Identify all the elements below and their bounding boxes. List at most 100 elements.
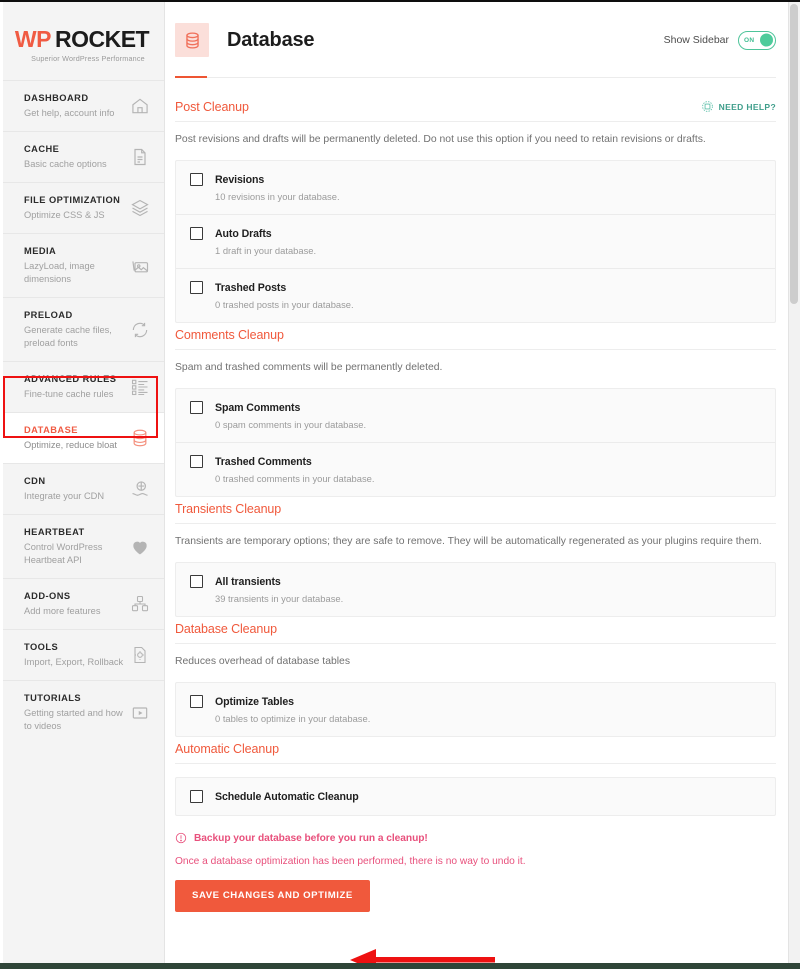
option-main: All transients [190, 575, 761, 588]
option-main: Spam Comments [190, 401, 761, 414]
sidebar-item-text: MEDIALazyLoad, image dimensions [24, 245, 126, 286]
option-row: All transients39 transients in your data… [176, 563, 775, 616]
sidebar-item-database[interactable]: DATABASE Optimize, reduce bloat [0, 412, 164, 463]
option-row: Revisions10 revisions in your database. [176, 161, 775, 214]
document-icon [130, 147, 150, 167]
section-automatic-cleanup: Automatic Cleanup Schedule Automatic Clea… [175, 742, 776, 816]
section-header: Database Cleanup [175, 622, 776, 644]
toggle-state-label: ON [744, 37, 754, 44]
layers-icon [130, 198, 150, 218]
images-icon [130, 256, 150, 276]
sidebar-item-file-optimization[interactable]: FILE OPTIMIZATIONOptimize CSS & JS [0, 182, 164, 233]
sidebar-item-cdn[interactable]: CDNIntegrate your CDN [0, 463, 164, 514]
sidebar-item-subtitle: Fine-tune cache rules [24, 388, 116, 401]
options-card: Schedule Automatic Cleanup [175, 777, 776, 816]
option-label: Auto Drafts [215, 228, 272, 240]
sidebar-item-subtitle: Basic cache options [24, 158, 107, 171]
sidebar-item-title: FILE OPTIMIZATION [24, 194, 120, 207]
sidebar-item-subtitle: Import, Export, Rollback [24, 656, 123, 669]
checkbox-auto-drafts[interactable] [190, 227, 203, 240]
section-transients-cleanup: Transients CleanupTransients are tempora… [175, 502, 776, 617]
sidebar-item-text: FILE OPTIMIZATIONOptimize CSS & JS [24, 194, 120, 222]
sidebar-item-dashboard[interactable]: DASHBOARD Get help, account info [0, 80, 164, 131]
settings-sections: Post CleanupNEED HELP?Post revisions and… [165, 78, 800, 912]
checkbox-spam-comments[interactable] [190, 401, 203, 414]
sidebar-item-title: TUTORIALS [24, 692, 126, 705]
warning-primary-text: Backup your database before you run a cl… [194, 833, 428, 844]
checkbox-trashed-comments[interactable] [190, 455, 203, 468]
sidebar-item-heartbeat[interactable]: HEARTBEATControl WordPress Heartbeat API [0, 514, 164, 578]
sidebar-item-subtitle: Generate cache files, preload fonts [24, 324, 126, 350]
option-row: Schedule Automatic Cleanup [176, 778, 775, 815]
warning-secondary-text: Once a database optimization has been pe… [175, 856, 776, 867]
section-header: Automatic Cleanup [175, 742, 776, 764]
brand-name-wp: WP [15, 26, 51, 53]
sidebar-nav: DASHBOARD Get help, account info CACHEBasi… [0, 80, 164, 744]
option-row: Trashed Posts 0 trashed posts in your dat… [176, 268, 775, 322]
vertical-scrollbar[interactable] [788, 2, 800, 969]
sidebar: WP ROCKET Superior WordPress Performance… [0, 2, 165, 969]
sidebar-item-add-ons[interactable]: ADD-ONSAdd more features [0, 578, 164, 629]
checkbox-revisions[interactable] [190, 173, 203, 186]
sidebar-item-subtitle: Integrate your CDN [24, 490, 104, 503]
option-main: Trashed Posts [190, 281, 761, 294]
sidebar-item-title: DASHBOARD [24, 92, 114, 105]
sidebar-item-subtitle: LazyLoad, image dimensions [24, 260, 126, 286]
options-card: All transients39 transients in your data… [175, 562, 776, 617]
sidebar-item-title: ADD-ONS [24, 590, 100, 603]
list-icon [130, 377, 150, 397]
option-subtext: 0 spam comments in your database. [215, 419, 761, 430]
option-main: Trashed Comments [190, 455, 761, 468]
sidebar-item-text: CDNIntegrate your CDN [24, 475, 104, 503]
warning-primary-row: Backup your database before you run a cl… [175, 832, 776, 844]
sidebar-item-cache[interactable]: CACHEBasic cache options [0, 131, 164, 182]
sidebar-item-tools[interactable]: TOOLS Import, Export, Rollback [0, 629, 164, 680]
checkbox-optimize-tables[interactable] [190, 695, 203, 708]
options-card: Revisions10 revisions in your database.A… [175, 160, 776, 323]
section-description: Spam and trashed comments will be perman… [175, 350, 776, 388]
option-subtext: 0 trashed posts in your database. [215, 299, 761, 310]
need-help-link[interactable]: NEED HELP? [701, 100, 776, 113]
section-header: Post Cleanup NEED HELP? [175, 100, 776, 122]
section-description: Reduces overhead of database tables [175, 644, 776, 682]
option-row: Auto Drafts1 draft in your database. [176, 214, 775, 268]
sidebar-item-subtitle: Control WordPress Heartbeat API [24, 541, 126, 567]
page-header: Database Show Sidebar ON [165, 2, 800, 78]
sidebar-item-text: ADVANCED RULES Fine-tune cache rules [24, 373, 116, 401]
option-subtext: 0 trashed comments in your database. [215, 473, 761, 484]
option-label: Spam Comments [215, 402, 300, 414]
option-subtext: 10 revisions in your database. [215, 191, 761, 202]
save-changes-and-optimize-button[interactable]: SAVE CHANGES AND OPTIMIZE [175, 880, 370, 912]
bottom-strip [0, 963, 800, 969]
checkbox-all-transients[interactable] [190, 575, 203, 588]
blocks-icon [130, 594, 150, 614]
sidebar-item-title: ADVANCED RULES [24, 373, 116, 386]
option-label: Trashed Posts [215, 282, 286, 294]
section-title: Post Cleanup [175, 100, 249, 114]
sidebar-item-subtitle: Optimize, reduce bloat [24, 439, 117, 452]
sidebar-item-advanced-rules[interactable]: ADVANCED RULES Fine-tune cache rules [0, 361, 164, 412]
sidebar-item-text: HEARTBEATControl WordPress Heartbeat API [24, 526, 126, 567]
checkbox-trashed-posts[interactable] [190, 281, 203, 294]
sidebar-item-title: TOOLS [24, 641, 123, 654]
section-database-cleanup: Database CleanupReduces overhead of data… [175, 622, 776, 737]
database-icon [175, 23, 209, 57]
page-title: Database [227, 29, 314, 52]
brand-name-rocket: ROCKET [55, 26, 149, 53]
checkbox-schedule-automatic-cleanup[interactable] [190, 790, 203, 803]
database-icon [130, 428, 150, 448]
section-title: Comments Cleanup [175, 328, 284, 342]
sidebar-item-text: TUTORIALSGetting started and how to vide… [24, 692, 126, 733]
scrollbar-thumb[interactable] [790, 4, 798, 304]
sidebar-item-tutorials[interactable]: TUTORIALSGetting started and how to vide… [0, 680, 164, 744]
section-post-cleanup: Post CleanupNEED HELP?Post revisions and… [175, 100, 776, 323]
option-label: Trashed Comments [215, 456, 312, 468]
sidebar-item-preload[interactable]: PRELOADGenerate cache files, preload fon… [0, 297, 164, 361]
sidebar-item-subtitle: Get help, account info [24, 107, 114, 120]
show-sidebar-toggle[interactable]: ON [738, 31, 776, 50]
sidebar-item-media[interactable]: MEDIALazyLoad, image dimensions [0, 233, 164, 297]
lifebuoy-icon [701, 100, 714, 113]
home-icon [130, 96, 150, 116]
sidebar-item-title: DATABASE [24, 424, 117, 437]
brand-logo: WP ROCKET Superior WordPress Performance [0, 2, 164, 80]
